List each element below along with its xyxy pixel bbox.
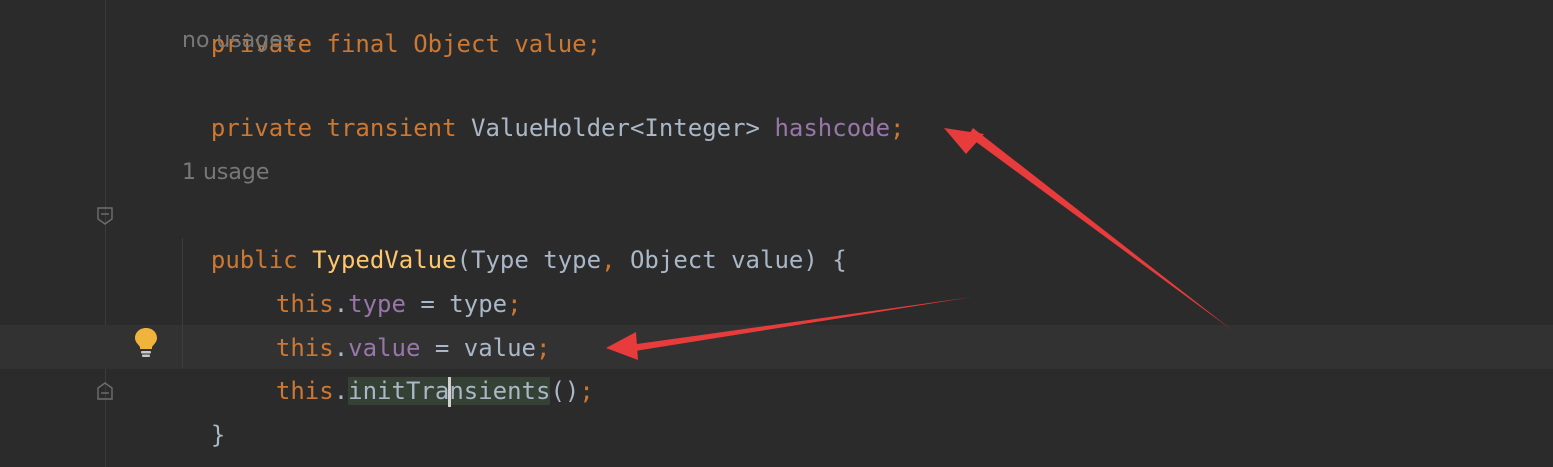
dot: . (333, 377, 349, 405)
params-end: Object value) { (615, 246, 847, 274)
code-line-field-declaration[interactable]: private transient ValueHolder<Integer> h… (182, 62, 905, 142)
field-hashcode[interactable]: hashcode (774, 114, 890, 142)
code-line-assign-type[interactable]: this.type = type; (247, 238, 522, 318)
inlay-one-usage[interactable]: 1 usage (182, 158, 269, 188)
keyword-this: this (275, 377, 334, 405)
lightbulb-icon[interactable] (132, 326, 160, 358)
fold-start-icon[interactable] (97, 207, 113, 225)
call-parens: () (550, 377, 580, 405)
arrow-to-hashcode (944, 128, 1232, 330)
method-name-part-b: nsients (449, 377, 551, 405)
fold-end-icon[interactable] (97, 382, 113, 400)
code-line-closing-brace[interactable]: } (182, 369, 225, 449)
method-call-highlight[interactable]: initTransients (348, 377, 551, 407)
method-name-part-a: initTra (348, 377, 450, 405)
param-comma: , (601, 246, 616, 274)
type-name: ValueHolder<Integer> (471, 114, 760, 142)
keyword-private: private (210, 114, 313, 142)
inlay-no-usages[interactable]: no usages (182, 26, 294, 56)
keyword-transient: transient (326, 114, 457, 142)
code-line-assign-value[interactable]: this.value = value; (247, 282, 551, 362)
semicolon: ; (890, 114, 905, 142)
code-line-partial[interactable]: private final Object value; (182, 0, 601, 58)
editor-gutter (0, 0, 106, 467)
code-line-call-init-transients[interactable]: this.initTransients(); (247, 325, 594, 407)
semicolon: ; (579, 377, 594, 405)
current-line-highlight (0, 325, 1553, 369)
code-line-constructor[interactable]: public TypedValue(Type type, Object valu… (182, 194, 847, 274)
closing-brace: } (210, 421, 226, 449)
